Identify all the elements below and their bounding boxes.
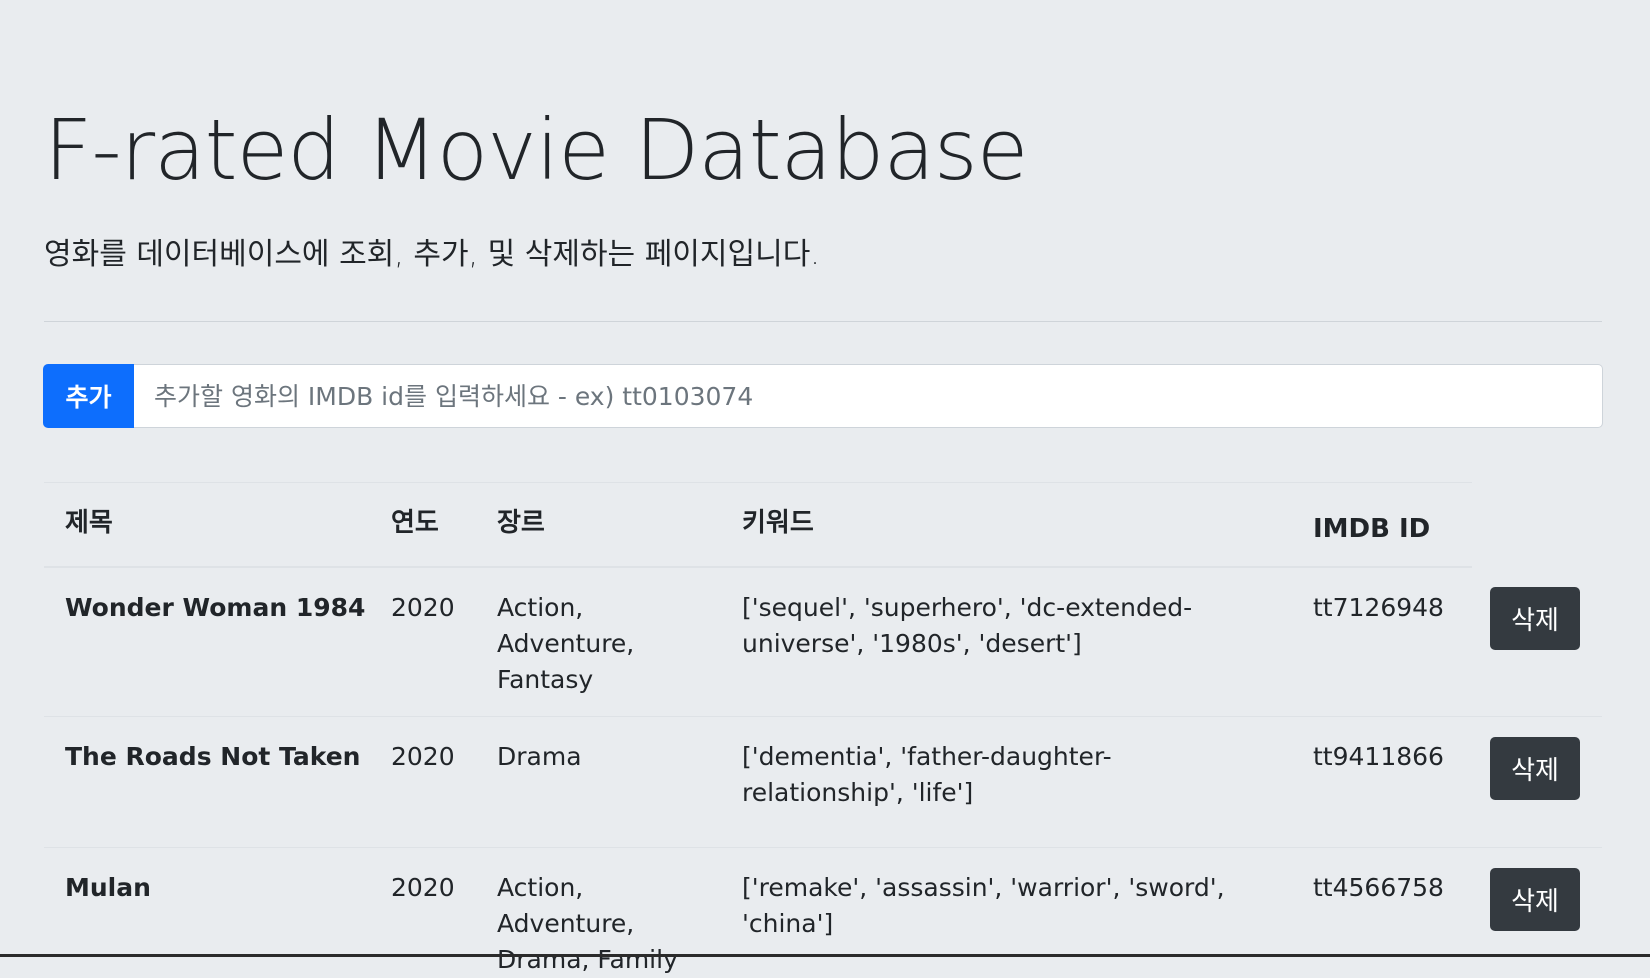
header-keywords: 키워드: [742, 508, 814, 538]
header-imdb-id: IMDB ID: [1313, 514, 1431, 544]
page-title: F-rated Movie Database: [44, 101, 1028, 199]
cell-imdb-id: tt7126948: [1313, 593, 1444, 622]
cell-imdb-id: tt4566758: [1313, 873, 1444, 902]
cell-keywords: ['sequel', 'superhero', 'dc-extended-uni…: [742, 593, 1193, 658]
cell-keywords: ['remake', 'assassin', 'warrior', 'sword…: [742, 873, 1225, 938]
cell-genre: Action, Adventure, Drama, Family: [497, 873, 678, 974]
add-movie-form: 추가: [43, 364, 1603, 428]
cell-year: 2020: [391, 873, 455, 902]
imdb-id-input[interactable]: [134, 364, 1603, 428]
cell-title: Mulan: [65, 873, 151, 902]
cell-genre: Drama: [497, 742, 582, 771]
cell-title: The Roads Not Taken: [65, 742, 361, 771]
cell-keywords: ['dementia', 'father-daughter-relationsh…: [742, 742, 1112, 807]
header-year: 연도: [391, 508, 439, 538]
add-button[interactable]: 추가: [43, 364, 134, 428]
header-title: 제목: [65, 508, 113, 538]
divider: [44, 321, 1602, 322]
delete-button[interactable]: 삭제: [1490, 737, 1580, 800]
table-top-border: [44, 482, 1472, 483]
cell-year: 2020: [391, 742, 455, 771]
cell-title: Wonder Woman 1984: [65, 593, 366, 622]
cell-year: 2020: [391, 593, 455, 622]
delete-button[interactable]: 삭제: [1490, 868, 1580, 931]
row-divider: [44, 716, 1602, 717]
cell-imdb-id: tt9411866: [1313, 742, 1444, 771]
header-genre: 장르: [497, 508, 545, 538]
delete-button[interactable]: 삭제: [1490, 587, 1580, 650]
cell-genre: Action, Adventure, Fantasy: [497, 593, 635, 694]
page-subtitle: 영화를 데이터베이스에 조회, 추가, 및 삭제하는 페이지입니다.: [44, 237, 820, 272]
table-header-border: [44, 566, 1472, 568]
row-divider: [44, 847, 1602, 848]
